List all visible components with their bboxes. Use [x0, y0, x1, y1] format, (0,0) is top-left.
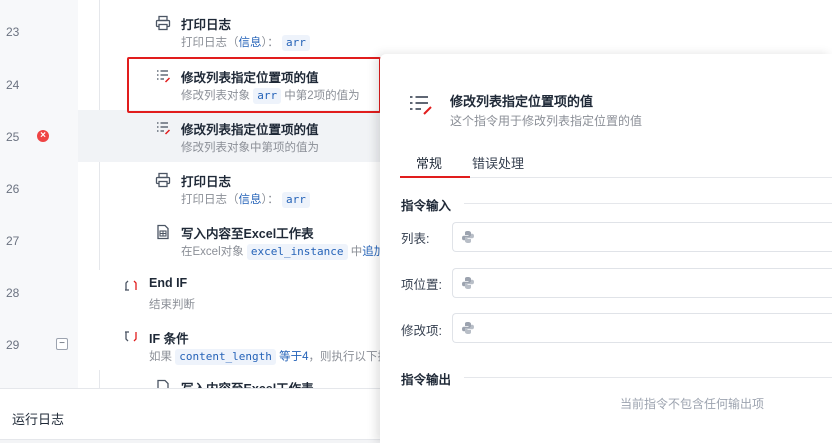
run-log-bar[interactable]: 运行日志: [0, 388, 380, 443]
desc-text: 打印日志（: [181, 37, 239, 49]
collapse-toggle[interactable]: −: [56, 338, 68, 350]
desc-link[interactable]: 信息: [239, 194, 262, 206]
command-desc: 如果 content_length 等于4，则执行以下指: [149, 348, 389, 365]
panel-title: 修改列表指定位置项的值: [450, 94, 594, 109]
command-title: 写入内容至Excel工作表: [181, 378, 314, 388]
variable-chip[interactable]: excel_instance: [246, 244, 348, 260]
line-number: 24: [6, 78, 20, 92]
desc-text: ）：: [261, 194, 279, 206]
branch-if-icon: [125, 331, 137, 342]
error-icon[interactable]: ×: [37, 130, 49, 142]
active-tab-indicator: [400, 176, 470, 178]
divider: [0, 439, 380, 443]
branch-end-icon: [125, 280, 137, 291]
line-number: 29: [6, 338, 20, 352]
excel-file-icon: [157, 224, 169, 240]
field-label-position: 项位置:: [401, 278, 442, 292]
flow-row-23[interactable]: 23 打印日志 打印日志（信息）： arr: [0, 0, 832, 52]
desc-text: ）：: [261, 37, 279, 49]
printer-icon: [155, 172, 171, 188]
list-edit-icon: [410, 96, 432, 115]
variable-chip[interactable]: arr: [281, 192, 310, 208]
python-icon: [462, 322, 474, 334]
command-desc: 修改列表对象中第项的值为: [181, 142, 319, 154]
command-title: IF 条件: [149, 332, 189, 346]
printer-icon: [155, 15, 171, 31]
line-number: 25: [6, 130, 20, 144]
variable-chip[interactable]: content_length: [175, 349, 276, 365]
field-label-new-value: 修改项:: [401, 324, 442, 338]
command-title: 打印日志: [181, 175, 232, 189]
position-input[interactable]: [452, 268, 832, 298]
command-title: 修改列表指定位置项的值: [181, 123, 319, 137]
desc-text: 如果: [149, 351, 172, 363]
section-output-title: 指令输出: [401, 373, 452, 387]
desc-text: ，则执行以下指: [308, 351, 390, 363]
list-input[interactable]: [452, 222, 832, 252]
command-desc: 结束判断: [149, 299, 195, 311]
command-property-panel: 修改列表指定位置项的值 这个指令用于修改列表指定位置的值 常规 错误处理 指令输…: [380, 54, 832, 443]
divider: [464, 377, 832, 378]
panel-subtitle: 这个指令用于修改列表指定位置的值: [450, 114, 643, 128]
highlight-box: [127, 57, 381, 113]
desc-link[interactable]: 等于4: [279, 351, 308, 363]
desc-text: 在Excel对象: [181, 246, 244, 258]
command-desc: 打印日志（信息）： arr: [181, 191, 310, 208]
line-number: 27: [6, 234, 20, 248]
list-edit-icon: [157, 122, 171, 135]
panel-tabs: 常规 错误处理: [400, 150, 832, 178]
tab-error-handling[interactable]: 错误处理: [472, 153, 524, 172]
command-desc: 打印日志（信息）： arr: [181, 34, 310, 51]
python-icon: [462, 231, 474, 243]
tab-general[interactable]: 常规: [416, 153, 442, 172]
command-title: 打印日志: [181, 18, 232, 32]
section-input-title: 指令输入: [401, 199, 452, 213]
command-desc: 在Excel对象 excel_instance 中追加一: [181, 243, 397, 260]
run-log-title: 运行日志: [12, 412, 65, 427]
line-number: 28: [6, 286, 20, 300]
new-value-input[interactable]: [452, 313, 832, 343]
line-number: 23: [6, 25, 20, 39]
no-output-message: 当前指令不包含任何输出项: [620, 397, 765, 411]
command-title: End IF: [149, 276, 188, 290]
desc-text: 打印日志（: [181, 194, 239, 206]
variable-chip[interactable]: arr: [281, 35, 310, 51]
python-icon: [462, 277, 474, 289]
desc-link[interactable]: 信息: [239, 37, 262, 49]
excel-file-icon: [157, 379, 169, 388]
desc-text: 中: [350, 246, 363, 258]
line-number: 26: [6, 182, 20, 196]
divider: [464, 203, 832, 204]
field-label-list: 列表:: [401, 232, 430, 246]
command-title: 写入内容至Excel工作表: [181, 227, 314, 241]
